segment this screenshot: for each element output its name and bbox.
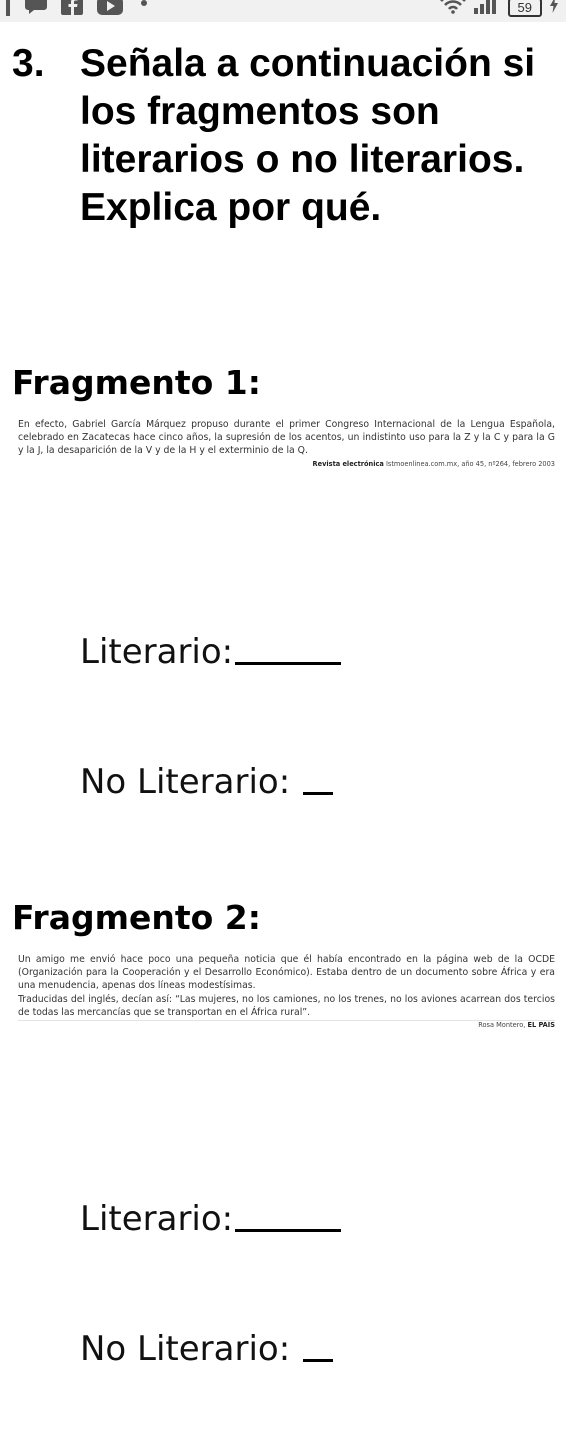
- fragment-2-text: Un amigo me envió hace poco una pequeña …: [18, 953, 555, 1030]
- fragment-1-source: Revista electrónica Istmoenlinea.com.mx,…: [18, 459, 555, 469]
- question-number: 3.: [12, 42, 45, 85]
- fragment-2-divider: [18, 1020, 555, 1021]
- charging-icon: [550, 0, 558, 18]
- fragment-2-source: Rosa Montero, EL PAÍS: [18, 1020, 555, 1030]
- fragment-2-title: Fragmento 2:: [12, 898, 261, 937]
- status-bar-left: [6, 0, 151, 21]
- fragment-2-no-literario-blank[interactable]: [303, 1359, 333, 1362]
- facebook-icon: [61, 0, 83, 20]
- chat-icon: [25, 0, 47, 20]
- fragment-2-source-name: Rosa Montero,: [478, 1021, 526, 1030]
- status-bar: 59: [0, 0, 566, 22]
- status-bar-right: 59: [439, 0, 558, 19]
- wifi-icon: [439, 0, 466, 19]
- fragment-1-no-literario-blank[interactable]: [303, 792, 333, 795]
- fragment-2-paragraph-1: Un amigo me envió hace poco una pequeña …: [18, 954, 555, 992]
- signal-bar-icon: [6, 0, 11, 21]
- fragment-1-literario-label: Literario:: [80, 632, 234, 672]
- fragment-2-no-literario-label: No Literario:: [80, 1329, 291, 1369]
- fragment-1-literario-blank[interactable]: [235, 662, 342, 665]
- youtube-icon: [97, 0, 123, 20]
- fragment-2-paragraph-2: Traducidas del inglés, decían así: “Las …: [18, 993, 555, 1018]
- fragment-1-no-literario-label: No Literario:: [80, 762, 291, 802]
- fragment-1-no-literario-line: No Literario:: [80, 762, 333, 802]
- fragment-1-literario-line: Literario:: [80, 632, 342, 672]
- fragment-2-source-detail: EL PAÍS: [527, 1021, 555, 1030]
- fragment-2-no-literario-line: No Literario:: [80, 1329, 333, 1369]
- fragment-2-literario-blank[interactable]: [235, 1229, 342, 1232]
- fragment-1-title: Fragmento 1:: [12, 363, 261, 402]
- fragment-1-source-detail: Istmoenlinea.com.mx, año 45, nº264, febr…: [385, 459, 555, 468]
- fragment-2-literario-line: Literario:: [80, 1199, 342, 1239]
- fragment-1-text: En efecto, Gabriel García Márquez propus…: [18, 418, 555, 469]
- dot-icon: [137, 0, 151, 20]
- battery-indicator: 59: [507, 0, 542, 17]
- fragment-2-literario-label: Literario:: [80, 1199, 234, 1239]
- fragment-1-paragraph: En efecto, Gabriel García Márquez propus…: [18, 419, 555, 457]
- question-text: Señala a continuación si los fragmentos …: [80, 42, 536, 229]
- question: 3. Señala a continuación si los fragment…: [12, 40, 542, 232]
- fragment-1-source-name: Revista electrónica: [312, 459, 384, 468]
- cell-signal-icon: [473, 0, 500, 19]
